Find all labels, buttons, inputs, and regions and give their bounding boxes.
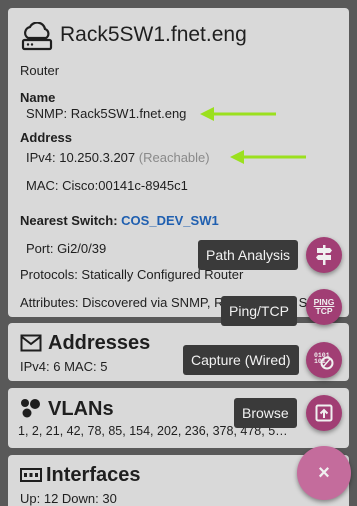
interfaces-summary: Up: 12 Down: 30 [20,491,117,506]
name-heading: Name [20,90,56,105]
annotation-arrow-icon [200,107,276,121]
port: Port: Gi2/0/39 [26,241,107,256]
ipv4-address[interactable]: IPv4: 10.250.3.207 (Reachable) [26,150,210,165]
capture-button[interactable]: 0101 101 [306,342,342,378]
cloud-router-icon [20,21,54,57]
path-analysis-button[interactable] [306,237,342,273]
vlan-icon [20,398,42,423]
signpost-icon [316,245,332,265]
nearest-switch: Nearest Switch: COS_DEV_SW1 [20,213,219,228]
ipv4-value: IPv4: 10.250.3.207 [26,150,136,165]
capture-icon: 0101 101 [314,352,334,370]
close-icon: × [318,461,330,484]
annotation-arrow-icon [230,150,306,164]
ping-tcp-button[interactable]: PING TCP [306,289,342,325]
path-analysis-label[interactable]: Path Analysis [198,240,299,270]
device-title: Rack5SW1.fnet.eng [60,23,247,46]
mac-address: MAC: Cisco:00141c-8945c1 [26,178,188,193]
vlans-title: VLANs [48,398,114,420]
address-heading: Address [20,130,73,145]
browse-label[interactable]: Browse [234,398,297,428]
interfaces-icon [20,468,42,487]
ping-tcp-icon: PING TCP [314,298,335,316]
nearest-switch-link[interactable]: COS_DEV_SW1 [121,213,219,228]
ipv4-status: (Reachable) [138,150,210,165]
tcp-icon-text: TCP [315,306,333,316]
ping-tcp-label[interactable]: Ping/TCP [221,296,297,326]
capture-label[interactable]: Capture (Wired) [183,345,299,375]
nearest-switch-label: Nearest Switch: [20,213,118,228]
interfaces-title: Interfaces [46,464,141,486]
close-fab-button[interactable]: × [297,446,351,500]
snmp-name: SNMP: Rack5SW1.fnet.eng [26,106,187,121]
addresses-summary: IPv4: 6 MAC: 5 [20,359,108,374]
addresses-title: Addresses [48,332,151,354]
mail-icon [20,334,42,357]
vlans-card[interactable]: VLANs 1, 2, 21, 42, 78, 85, 154, 202, 23… [8,388,349,448]
browse-button[interactable] [306,395,342,431]
device-type: Router [20,63,60,78]
browse-icon [315,404,333,422]
